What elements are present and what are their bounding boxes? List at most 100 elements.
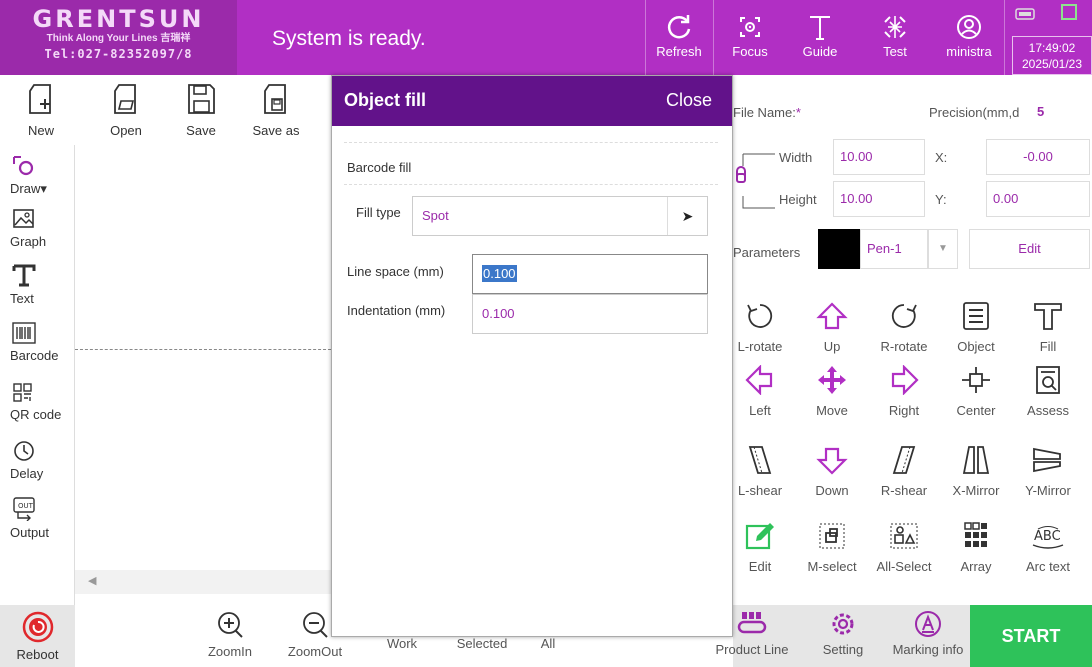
test-button[interactable]: Test [867, 0, 923, 75]
save-button[interactable]: Save [171, 83, 231, 138]
tool-all-select[interactable]: All-Select [868, 521, 940, 574]
dialog-close-button[interactable]: Close [666, 90, 712, 111]
pen-select[interactable]: Pen-1 [860, 229, 928, 269]
dialog-title: Object fill [344, 90, 427, 110]
output-button[interactable]: OUT Output [0, 497, 75, 540]
tool-array[interactable]: Array [940, 521, 1012, 574]
tool-move[interactable]: Move [796, 365, 868, 418]
assess-icon [1036, 366, 1060, 394]
line-space-input[interactable]: 0.100 [472, 254, 708, 294]
delay-button[interactable]: Delay [0, 440, 75, 481]
graph-label: Graph [10, 234, 47, 249]
qrcode-icon [13, 383, 32, 402]
indentation-input[interactable]: 0.100 [472, 294, 708, 334]
brand-tel: Tel:027-82352097/8 [44, 47, 193, 61]
tool-y-mirror[interactable]: Y-Mirror [1012, 445, 1084, 498]
tool-edit[interactable]: Edit [724, 521, 796, 574]
gear-icon [832, 613, 854, 635]
status-indicators [1015, 4, 1079, 27]
indentation-label: Indentation (mm) [347, 303, 446, 318]
test-icon [884, 16, 906, 38]
fill-icon [1034, 303, 1062, 330]
pen-color-swatch[interactable] [818, 229, 860, 269]
width-input[interactable]: 10.00 [833, 139, 925, 175]
fill-type-label: Fill type [356, 205, 401, 220]
tool-object[interactable]: Object [940, 301, 1012, 354]
tool-down[interactable]: Down [796, 445, 868, 498]
precision-label: Precision(mm,d [929, 105, 1020, 120]
arrow-left-icon [745, 365, 773, 395]
edit-icon [745, 523, 774, 550]
tool-l-rotate[interactable]: L-rotate [724, 301, 796, 354]
zoom-out-label: ZoomOut [287, 644, 343, 659]
tool-right[interactable]: Right [868, 365, 940, 418]
marking-info-button[interactable]: Marking info [886, 610, 970, 657]
rotate-right-icon [891, 304, 917, 328]
edit-pen-button[interactable]: Edit [969, 229, 1090, 269]
output-icon: OUT [13, 497, 35, 521]
x-input[interactable]: -0.00 [986, 139, 1090, 175]
power-icon [22, 611, 53, 643]
zoom-out-icon [303, 612, 328, 638]
open-button[interactable]: Open [96, 83, 156, 138]
tool-r-rotate[interactable]: R-rotate [868, 301, 940, 354]
tool-center[interactable]: Center [940, 365, 1012, 418]
height-input[interactable]: 10.00 [833, 181, 925, 217]
properties-panel: File Name:* Precision(mm,d 5 Width 10.00… [733, 75, 1092, 605]
link-ratio-icon [736, 153, 775, 209]
text-icon [12, 264, 36, 287]
y-input[interactable]: 0.00 [986, 181, 1090, 217]
draw-button[interactable]: Draw▾ [0, 155, 75, 197]
cursor-arrow-icon: ➤ [667, 197, 707, 235]
setting-label: Setting [822, 642, 864, 657]
dialog-divider [344, 142, 718, 143]
new-button[interactable]: New [11, 83, 71, 138]
tool-l-shear[interactable]: L-shear [724, 445, 796, 498]
zoom-in-button[interactable]: ZoomIn [200, 610, 260, 659]
barcode-button[interactable]: Barcode [0, 322, 75, 363]
tool-fill[interactable]: Fill [1012, 301, 1084, 354]
tool-m-select[interactable]: M-select [796, 521, 868, 574]
tool-r-shear[interactable]: R-shear [868, 445, 940, 498]
clock: 17:49:02 2025/01/23 [1012, 36, 1092, 75]
tool-assess[interactable]: Assess [1012, 365, 1084, 418]
design-canvas[interactable] [75, 145, 331, 605]
qrcode-button[interactable]: QR code [0, 383, 75, 422]
guide-label: Guide [802, 44, 838, 59]
select-all-icon [890, 523, 918, 549]
tool-label: Array [960, 559, 992, 574]
pen-dropdown-arrow-icon[interactable]: ▼ [928, 229, 958, 269]
zoom-in-icon [218, 612, 243, 638]
setting-button[interactable]: Setting [815, 610, 871, 657]
focus-button[interactable]: Focus [722, 0, 778, 75]
file-toolbar: New Open Save Save as [0, 75, 331, 145]
guide-button[interactable]: Guide [792, 0, 848, 75]
tool-left[interactable]: Left [724, 365, 796, 418]
tool-label: L-shear [737, 483, 783, 498]
refresh-button[interactable]: Refresh [645, 0, 713, 75]
draw-icon [13, 156, 34, 176]
all-label: All [540, 636, 556, 651]
horizontal-scrollbar[interactable] [75, 570, 331, 594]
precision-input[interactable]: 5 [1031, 95, 1091, 131]
reboot-button[interactable]: Reboot [0, 605, 75, 667]
brand-logo: GRENTSUN Think Along Your Lines 吉瑞祥 Tel:… [0, 0, 237, 75]
brand-tagline: Think Along Your Lines 吉瑞祥 [46, 33, 191, 44]
tool-arc-text[interactable]: ABC Arc text [1012, 521, 1084, 574]
dropdown-caret-icon: ▾ [40, 181, 47, 196]
start-button[interactable]: START [970, 605, 1092, 667]
arrow-right-icon [891, 365, 919, 395]
center-icon [962, 367, 990, 393]
tool-up[interactable]: Up [796, 301, 868, 354]
tool-x-mirror[interactable]: X-Mirror [940, 445, 1012, 498]
selected-label: Selected [456, 636, 508, 651]
text-button[interactable]: Text [0, 263, 75, 306]
focus-icon [740, 17, 760, 37]
graph-button[interactable]: Graph [0, 208, 75, 249]
barcode-icon [12, 322, 36, 344]
user-button[interactable]: ministra [935, 0, 1003, 75]
tool-label: Move [816, 403, 848, 418]
fill-type-select[interactable]: Spot ➤ [412, 196, 708, 236]
save-as-button[interactable]: Save as [246, 83, 306, 138]
scroll-left-icon[interactable]: ◀ [88, 574, 96, 587]
